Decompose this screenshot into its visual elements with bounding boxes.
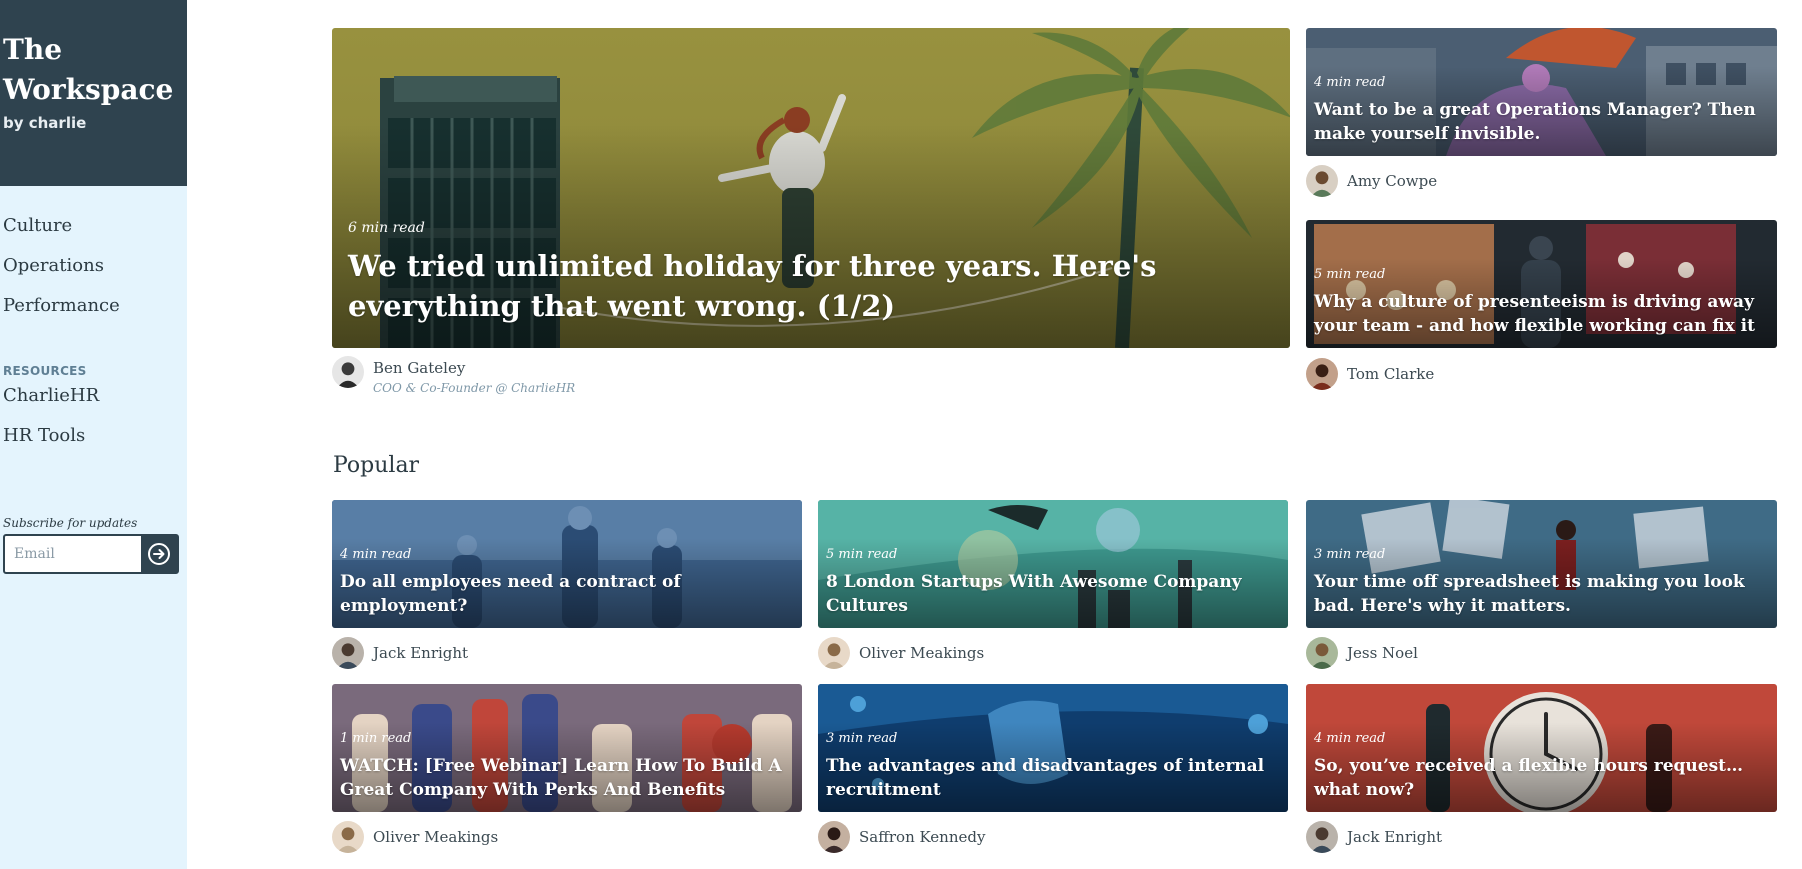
brand-title-line2: Workspace xyxy=(3,73,174,106)
subscribe-label: Subscribe for updates xyxy=(3,516,138,530)
hero-author-role: COO & Co-Founder @ CharlieHR xyxy=(373,381,576,395)
author-avatar xyxy=(818,821,850,853)
author-avatar xyxy=(1306,637,1338,669)
article-read-time: 4 min read xyxy=(340,547,412,562)
article-title[interactable]: So, you’ve received a flexible hours req… xyxy=(1314,754,1769,802)
article-read-time: 3 min read xyxy=(826,731,898,746)
article-title[interactable]: Your time off spreadsheet is making you … xyxy=(1314,570,1769,618)
article-read-time: 4 min read xyxy=(1314,731,1386,746)
article-author-name[interactable]: Oliver Meakings xyxy=(859,643,984,663)
article-title[interactable]: The advantages and disadvantages of inte… xyxy=(826,754,1280,802)
article-author: Amy Cowpe xyxy=(1306,165,1437,197)
author-avatar xyxy=(1306,821,1338,853)
article-author-name[interactable]: Saffron Kennedy xyxy=(859,827,985,847)
nav-item-hr-tools[interactable]: HR Tools xyxy=(3,424,187,464)
article-author-name[interactable]: Tom Clarke xyxy=(1347,364,1434,384)
brand-byline: by charlie xyxy=(3,114,87,132)
article-title[interactable]: Want to be a great Operations Manager? T… xyxy=(1314,98,1769,146)
article-title[interactable]: 8 London Startups With Awesome Company C… xyxy=(826,570,1280,618)
hero-author: Ben Gateley COO & Co-Founder @ CharlieHR xyxy=(332,356,575,395)
popular-article-card[interactable]: 3 min read Your time off spreadsheet is … xyxy=(1306,500,1777,628)
article-read-time: 4 min read xyxy=(1314,75,1386,90)
article-author-name[interactable]: Jack Enright xyxy=(1347,827,1442,847)
article-read-time: 1 min read xyxy=(340,731,412,746)
hero-author-name[interactable]: Ben Gateley xyxy=(373,358,575,378)
article-author-name[interactable]: Oliver Meakings xyxy=(373,827,498,847)
author-avatar xyxy=(332,821,364,853)
brand-block[interactable]: The Workspace by charlie xyxy=(0,0,187,186)
email-input[interactable] xyxy=(5,536,141,572)
featured-side-card[interactable]: 5 min read Why a culture of presenteeism… xyxy=(1306,220,1777,348)
article-title[interactable]: Why a culture of presenteeism is driving… xyxy=(1314,290,1769,338)
nav-item-performance[interactable]: Performance xyxy=(3,294,187,334)
popular-article-card[interactable]: 5 min read 8 London Startups With Awesom… xyxy=(818,500,1288,628)
nav-item-culture[interactable]: Culture xyxy=(3,214,187,254)
subscribe-form xyxy=(3,534,179,574)
article-author: Jess Noel xyxy=(1306,637,1418,669)
popular-heading: Popular xyxy=(333,453,420,478)
article-author: Oliver Meakings xyxy=(818,637,984,669)
author-avatar xyxy=(332,637,364,669)
author-avatar xyxy=(1306,358,1338,390)
author-avatar xyxy=(1306,165,1338,197)
brand-title-line1: The xyxy=(3,33,63,66)
article-author: Jack Enright xyxy=(1306,821,1442,853)
hero-read-time: 6 min read xyxy=(348,220,425,236)
author-avatar xyxy=(332,356,364,388)
article-author-name[interactable]: Jack Enright xyxy=(373,643,468,663)
article-author: Oliver Meakings xyxy=(332,821,498,853)
article-title[interactable]: Do all employees need a contract of empl… xyxy=(340,570,794,618)
article-author-name[interactable]: Jess Noel xyxy=(1347,643,1418,663)
article-author: Jack Enright xyxy=(332,637,468,669)
article-author: Saffron Kennedy xyxy=(818,821,985,853)
article-read-time: 5 min read xyxy=(1314,267,1386,282)
article-author: Tom Clarke xyxy=(1306,358,1434,390)
resources-label: RESOURCES xyxy=(3,364,87,378)
popular-article-card[interactable]: 4 min read So, you’ve received a flexibl… xyxy=(1306,684,1777,812)
subscribe-button[interactable] xyxy=(141,536,177,572)
popular-article-card[interactable]: 1 min read WATCH: [Free Webinar] Learn H… xyxy=(332,684,802,812)
featured-hero-card[interactable]: 6 min read We tried unlimited holiday fo… xyxy=(332,28,1290,348)
article-read-time: 5 min read xyxy=(826,547,898,562)
arrow-right-circle-icon xyxy=(148,543,170,565)
hero-title[interactable]: We tried unlimited holiday for three yea… xyxy=(348,246,1282,326)
main-nav: Culture Operations Performance xyxy=(0,186,187,334)
nav-item-charliehr[interactable]: CharlieHR xyxy=(3,384,187,424)
featured-side-card[interactable]: 4 min read Want to be a great Operations… xyxy=(1306,28,1777,156)
sidebar: The Workspace by charlie Culture Operati… xyxy=(0,0,187,869)
article-author-name[interactable]: Amy Cowpe xyxy=(1347,171,1437,191)
popular-article-card[interactable]: 4 min read Do all employees need a contr… xyxy=(332,500,802,628)
article-read-time: 3 min read xyxy=(1314,547,1386,562)
article-title[interactable]: WATCH: [Free Webinar] Learn How To Build… xyxy=(340,754,794,802)
popular-article-card[interactable]: 3 min read The advantages and disadvanta… xyxy=(818,684,1288,812)
nav-item-operations[interactable]: Operations xyxy=(3,254,187,294)
author-avatar xyxy=(818,637,850,669)
